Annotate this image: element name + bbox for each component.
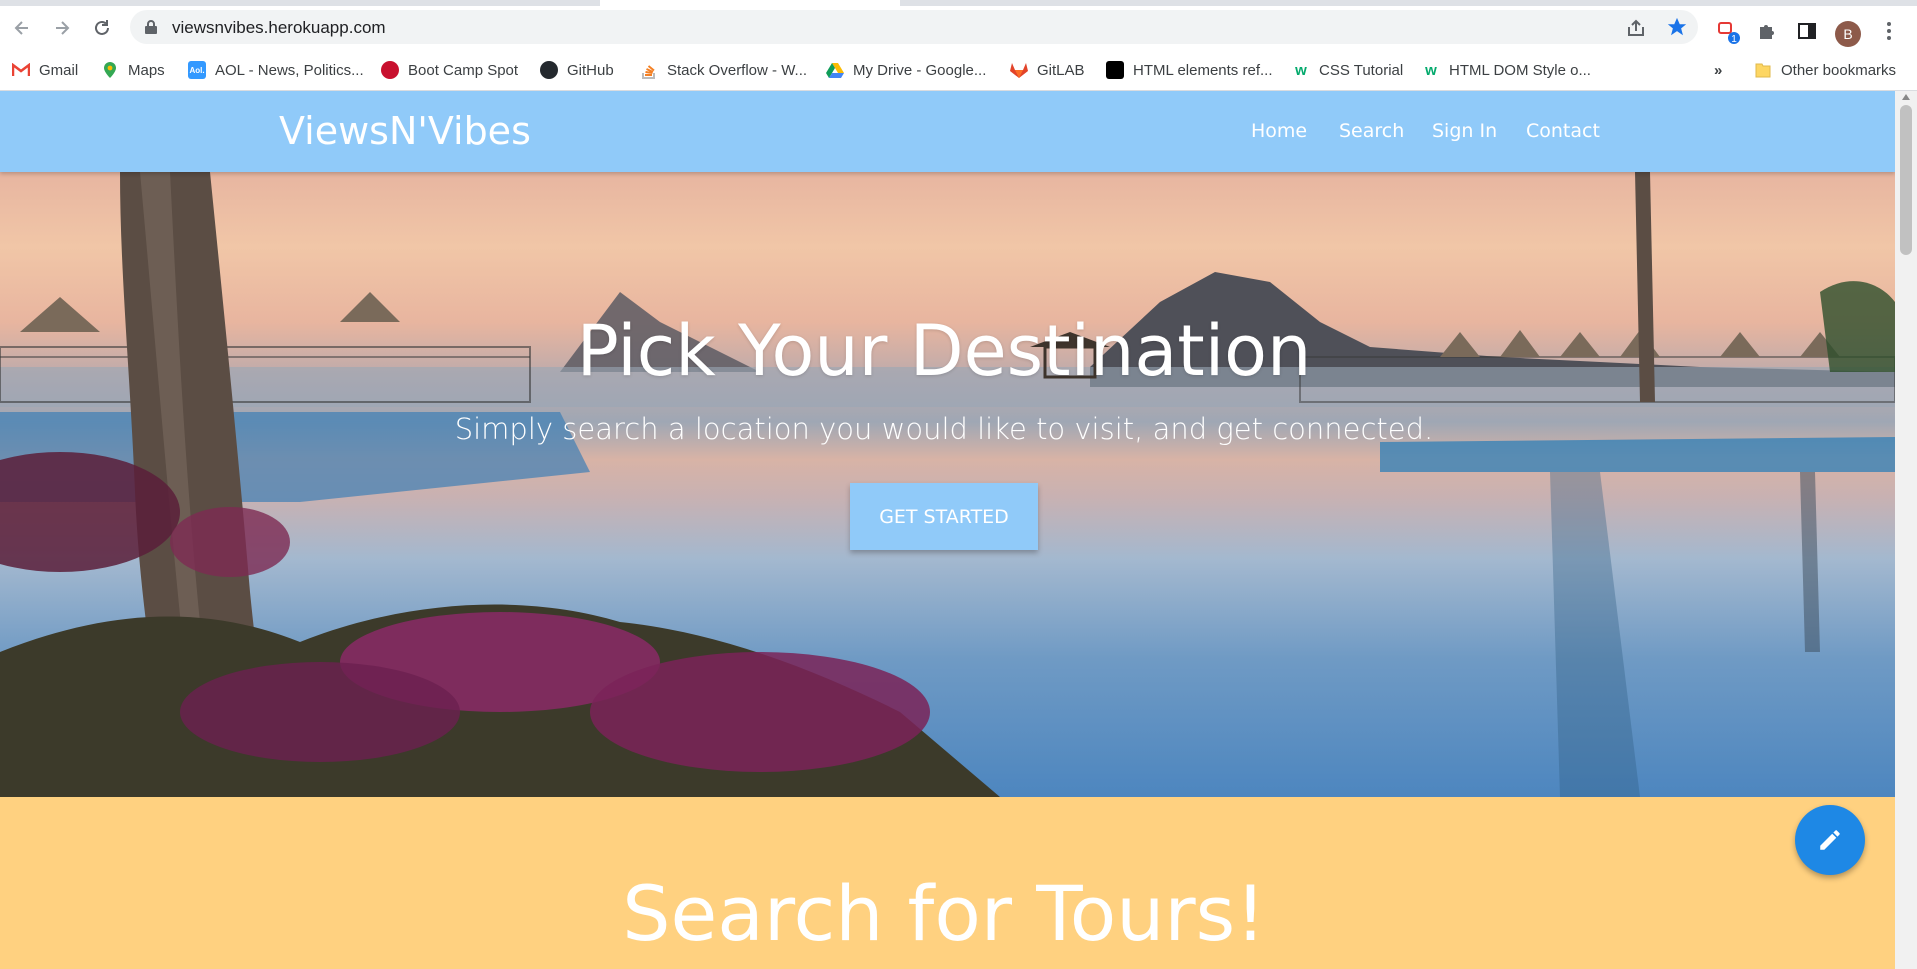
bookmark-gmail[interactable]: Gmail — [12, 60, 78, 80]
browser-menu-button[interactable] — [1876, 18, 1902, 44]
bookmark-label: Boot Camp Spot — [408, 61, 519, 79]
bookmark-bootcamp[interactable]: Boot Camp Spot — [381, 60, 518, 80]
bootcamp-icon — [381, 61, 399, 79]
bookmark-aol[interactable]: Aol. AOL - News, Politics... — [188, 60, 364, 80]
maps-icon — [101, 61, 119, 79]
bookmarks-overflow-button[interactable]: » — [1714, 60, 1722, 80]
side-panel-icon — [1798, 23, 1816, 39]
floating-edit-button[interactable] — [1795, 805, 1865, 875]
bookmark-label: Gmail — [39, 61, 79, 79]
bookmark-label: AOL - News, Politics... — [215, 61, 364, 79]
w3schools-icon: w — [1425, 61, 1437, 79]
stackoverflow-icon — [640, 61, 658, 79]
w3schools-icon: w — [1295, 61, 1307, 79]
back-button[interactable] — [10, 16, 34, 40]
bookmark-drive[interactable]: My Drive - Google... — [826, 60, 986, 80]
scrollbar-thumb[interactable] — [1900, 105, 1912, 255]
reload-button[interactable] — [90, 16, 114, 40]
bookmark-gitlab[interactable]: GitLAB — [1010, 60, 1085, 80]
bookmark-label: Other bookmarks — [1781, 61, 1897, 79]
hero-subtitle: Simply search a location you would like … — [454, 412, 1434, 446]
back-arrow-icon — [14, 21, 28, 35]
reload-icon — [95, 20, 109, 35]
extension-badge: 1 — [1731, 34, 1737, 44]
hero-title: Pick Your Destination — [576, 310, 1312, 392]
tours-heading: Search for Tours! — [622, 869, 1266, 958]
bookmark-maps[interactable]: Maps — [101, 60, 165, 80]
bookmark-label: HTML elements ref... — [1133, 61, 1273, 79]
drive-icon — [826, 61, 844, 79]
nav-link-contact[interactable]: Contact — [1526, 120, 1600, 142]
github-icon — [540, 61, 558, 79]
bookmark-github[interactable]: GitHub — [540, 60, 614, 80]
side-panel-button[interactable] — [1794, 18, 1820, 44]
other-bookmarks[interactable]: Other bookmarks — [1754, 60, 1896, 80]
share-icon[interactable] — [1626, 18, 1646, 38]
puzzle-icon — [1760, 25, 1774, 39]
profile-avatar[interactable]: B — [1835, 21, 1861, 47]
bookmark-label: CSS Tutorial — [1319, 61, 1404, 79]
bookmark-star-icon[interactable] — [1666, 16, 1688, 38]
scroll-up-arrow-icon[interactable] — [1902, 94, 1910, 100]
hero-section: Pick Your Destination Simply search a lo… — [0, 172, 1895, 797]
tours-section: Search for Tours! — [0, 797, 1895, 969]
site-brand[interactable]: ViewsN'Vibes — [279, 109, 531, 153]
html-icon — [1106, 61, 1124, 79]
gitlab-icon — [1010, 61, 1028, 79]
extensions-menu-button[interactable] — [1754, 18, 1780, 44]
extension-button[interactable]: 1 — [1716, 18, 1742, 44]
site-navbar: ViewsN'Vibes Home Search Sign In Contact — [0, 91, 1895, 172]
bookmark-label: HTML DOM Style o... — [1449, 61, 1591, 79]
pencil-icon — [1820, 830, 1840, 850]
browser-toolbar: viewsnvibes.herokuapp.com 1 B — [0, 6, 1917, 50]
aol-icon: Aol. — [188, 61, 206, 79]
bookmark-html-elements[interactable]: HTML elements ref... — [1106, 60, 1272, 80]
bookmark-stackoverflow[interactable]: Stack Overflow - W... — [640, 60, 807, 80]
bookmark-label: GitHub — [567, 61, 614, 79]
folder-icon — [1754, 61, 1772, 79]
gmail-icon — [12, 61, 30, 79]
bookmark-label: Maps — [128, 61, 165, 79]
bookmark-html-dom-style[interactable]: w HTML DOM Style o... — [1422, 60, 1591, 80]
nav-link-sign-in[interactable]: Sign In — [1432, 120, 1497, 142]
get-started-button[interactable]: GET STARTED — [850, 483, 1038, 550]
url-text: viewsnvibes.herokuapp.com — [172, 18, 386, 37]
nav-link-home[interactable]: Home — [1251, 120, 1307, 142]
bookmark-label: GitLAB — [1037, 61, 1085, 79]
bookmark-label: Stack Overflow - W... — [667, 61, 808, 79]
extension-icon: 1 — [1718, 22, 1740, 44]
web-page: ViewsN'Vibes Home Search Sign In Contact — [0, 91, 1895, 969]
page-scrollbar[interactable] — [1895, 91, 1917, 969]
kebab-menu-icon — [1887, 22, 1891, 40]
forward-arrow-icon — [56, 21, 70, 35]
bookmark-label: My Drive - Google... — [853, 61, 987, 79]
nav-link-search[interactable]: Search — [1339, 120, 1404, 142]
forward-button[interactable] — [50, 16, 74, 40]
bookmark-css-tutorial[interactable]: w CSS Tutorial — [1292, 60, 1403, 80]
lock-icon — [145, 20, 157, 34]
address-bar[interactable]: viewsnvibes.herokuapp.com — [130, 10, 1698, 44]
bookmarks-bar: Gmail Maps Aol. AOL - News, Politics... … — [0, 50, 1917, 91]
